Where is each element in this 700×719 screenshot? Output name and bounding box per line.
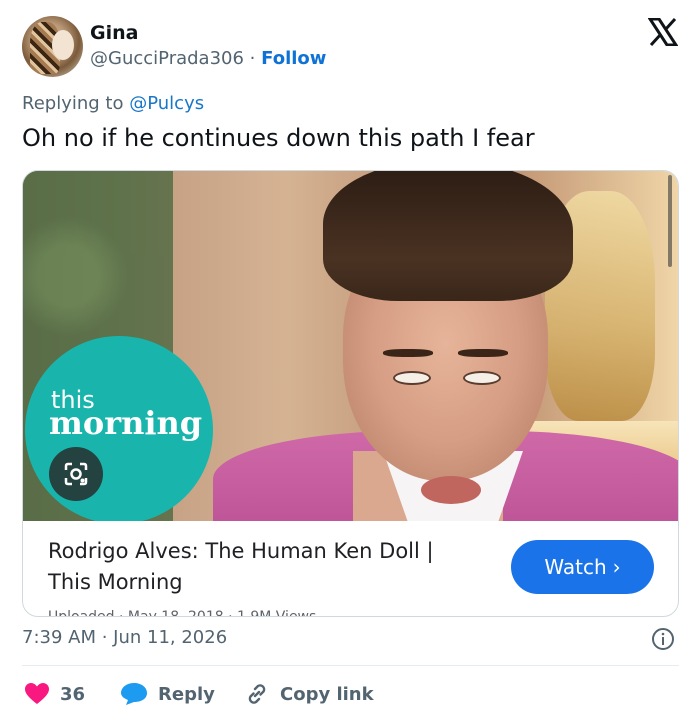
avatar[interactable] xyxy=(22,16,83,77)
link-card[interactable]: this morning Rodrigo Alves: The Human Ke… xyxy=(22,170,679,617)
tweet-timestamp[interactable]: 7:39 AM · Jun 11, 2026 xyxy=(22,627,227,648)
replying-mention[interactable]: @Pulcys xyxy=(129,93,204,114)
card-title[interactable]: Rodrigo Alves: The Human Ken Doll | This… xyxy=(48,536,478,598)
card-meta: Uploaded · May 18, 2018 · 1.9M Views xyxy=(48,609,317,617)
thumbnail-person xyxy=(323,171,573,504)
watch-button[interactable]: Watch › xyxy=(511,540,654,594)
scrollbar[interactable] xyxy=(668,175,672,267)
thumbnail-lips xyxy=(421,476,481,504)
copy-link-label: Copy link xyxy=(280,683,374,705)
thumbnail-hair xyxy=(323,171,573,301)
copy-link-button[interactable]: Copy link xyxy=(244,680,374,708)
author-handle[interactable]: @GucciPrada306 xyxy=(90,48,244,69)
replying-prefix: Replying to xyxy=(22,93,124,114)
heart-icon xyxy=(25,683,49,704)
link-icon xyxy=(248,684,266,704)
thumbnail-eye xyxy=(463,371,501,385)
separator-dot: · xyxy=(249,48,256,69)
follow-button[interactable]: Follow xyxy=(261,48,326,69)
lens-icon xyxy=(64,462,88,486)
avatar-face xyxy=(52,30,74,60)
thumbnail-brow xyxy=(458,349,508,357)
reply-button[interactable]: Reply xyxy=(120,680,215,708)
like-count: 36 xyxy=(60,683,86,705)
video-thumbnail[interactable]: this morning xyxy=(23,171,678,521)
author-handle-row: @GucciPrada306 · Follow xyxy=(90,48,326,69)
like-button[interactable]: 36 xyxy=(24,680,85,708)
info-icon[interactable] xyxy=(651,627,675,651)
show-logo-line2: morning xyxy=(49,404,203,442)
thumbnail-brow xyxy=(383,349,433,357)
reply-icon xyxy=(121,683,147,705)
reply-label: Reply xyxy=(158,683,215,705)
replying-to: Replying to @Pulcys xyxy=(22,93,204,114)
lens-button[interactable] xyxy=(49,447,103,501)
author-name[interactable]: Gina xyxy=(90,22,138,44)
tweet-text: Oh no if he continues down this path I f… xyxy=(22,124,535,152)
divider xyxy=(22,665,679,666)
action-bar: 36 Reply Copy link xyxy=(22,680,679,708)
watch-label: Watch xyxy=(544,555,607,579)
x-logo-icon[interactable] xyxy=(648,18,678,46)
thumbnail-eye xyxy=(393,371,431,385)
chevron-right-icon: › xyxy=(612,555,621,579)
